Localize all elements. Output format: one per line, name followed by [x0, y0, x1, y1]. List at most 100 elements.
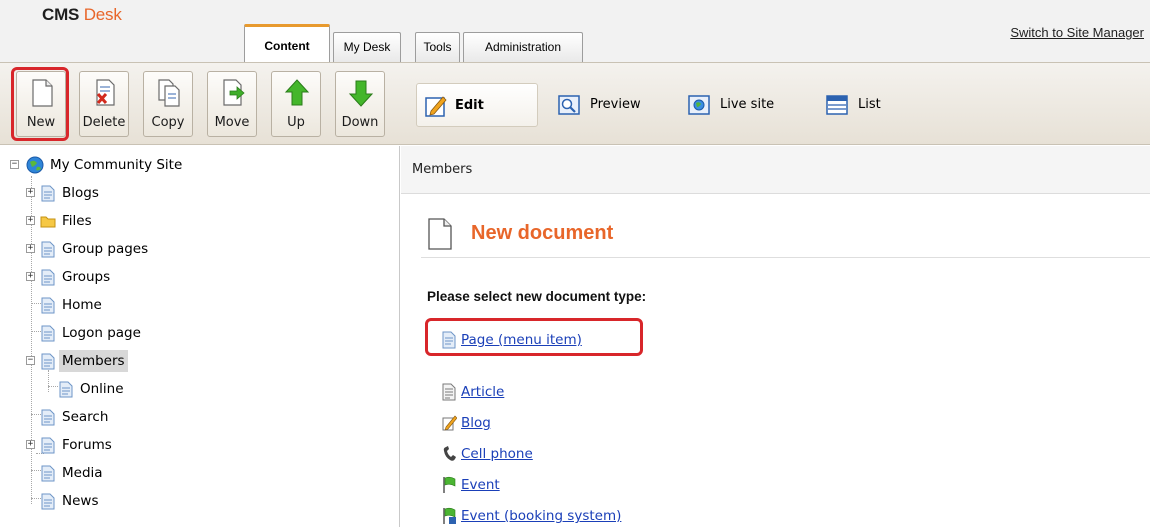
tree-item-label: Groups	[62, 269, 111, 285]
new-document-icon	[32, 79, 53, 107]
edit-mode-button[interactable]: Edit	[416, 83, 538, 127]
list-mode-label: List	[858, 97, 881, 112]
page-title: New document	[471, 222, 614, 244]
title-divider	[421, 257, 1150, 258]
tree-item-blogs[interactable]: + Blogs	[26, 182, 326, 204]
delete-button[interactable]: Delete	[79, 71, 129, 137]
preview-mode-button[interactable]: Preview	[554, 83, 674, 127]
content-tree-pane: − My Community Site + Blogs + Files + Gr…	[0, 146, 400, 527]
collapse-toggle[interactable]: −	[10, 160, 19, 169]
tab-my-desk[interactable]: My Desk	[333, 32, 401, 62]
logo-desk-text: Desk	[83, 5, 122, 24]
breadcrumb: Members	[412, 162, 473, 177]
page-icon	[41, 437, 55, 454]
document-actions-toolbar: New Delete Copy Move Up Down	[10, 67, 400, 143]
copy-button[interactable]: Copy	[143, 71, 193, 137]
tab-administration[interactable]: Administration	[463, 32, 583, 62]
tree-connector	[48, 370, 49, 392]
live-site-mode-label: Live site	[720, 97, 775, 112]
new-button[interactable]: New	[16, 71, 66, 137]
page-icon	[41, 325, 55, 342]
page-icon	[41, 353, 55, 370]
page-title-row: New document	[427, 216, 1147, 256]
move-button[interactable]: Move	[207, 71, 257, 137]
tree-item-label: Files	[62, 213, 92, 229]
doctype-link[interactable]: Cell phone	[461, 443, 533, 465]
switch-to-site-manager-link[interactable]: Switch to Site Manager	[1010, 25, 1144, 40]
tree-item-media[interactable]: Media	[26, 462, 326, 484]
tree-item-members[interactable]: − Members	[26, 350, 326, 372]
page-icon	[442, 331, 456, 349]
up-button[interactable]: Up	[271, 71, 321, 137]
page-icon	[41, 269, 55, 286]
expand-toggle[interactable]: +	[26, 244, 35, 253]
cell-phone-icon	[443, 446, 456, 461]
blog-icon	[442, 415, 457, 431]
list-icon	[826, 95, 848, 115]
page-icon	[59, 381, 73, 398]
tree-item-label: Members	[59, 350, 128, 372]
doctype-link[interactable]: Event	[461, 474, 500, 496]
edit-mode-label: Edit	[455, 98, 484, 113]
tab-content[interactable]: Content	[244, 24, 330, 63]
tree-item-news[interactable]: News	[26, 490, 326, 512]
delete-document-icon	[96, 79, 115, 106]
expand-toggle[interactable]: +	[26, 440, 35, 449]
event-flag-icon	[443, 476, 456, 493]
move-button-label: Move	[214, 115, 250, 130]
doctype-link[interactable]: Blog	[461, 412, 491, 434]
down-button-label: Down	[341, 115, 379, 130]
down-button[interactable]: Down	[335, 71, 385, 137]
page-icon	[41, 241, 55, 258]
document-type-prompt: Please select new document type:	[427, 289, 647, 304]
tree-root-label: My Community Site	[50, 157, 183, 173]
tree-item-files[interactable]: + Files	[26, 210, 326, 232]
tree-item-search[interactable]: Search	[26, 406, 326, 428]
tree-item-group-pages[interactable]: + Group pages	[26, 238, 326, 260]
tree-item-logon-page[interactable]: Logon page	[26, 322, 326, 344]
expand-toggle[interactable]: +	[26, 216, 35, 225]
tree-item-label: Blogs	[62, 185, 99, 201]
doctype-link[interactable]: Article	[461, 381, 504, 403]
globe-icon	[26, 156, 44, 174]
doctype-link[interactable]: Event (booking system)	[461, 505, 621, 527]
page-icon	[41, 409, 55, 426]
view-mode-switcher: Edit Preview Live site List	[416, 83, 1116, 127]
tree-item-groups[interactable]: + Groups	[26, 266, 326, 288]
up-button-label: Up	[287, 115, 305, 130]
tree-item-home[interactable]: Home	[26, 294, 326, 316]
expand-toggle[interactable]: +	[26, 188, 35, 197]
delete-button-label: Delete	[82, 115, 126, 130]
tree-item-forums[interactable]: + Forums	[26, 434, 326, 456]
up-arrow-icon	[284, 79, 310, 106]
expand-toggle[interactable]: +	[26, 272, 35, 281]
move-document-icon	[223, 79, 245, 106]
logo-cms-text: CMS	[42, 5, 80, 24]
tree-item-label: Search	[62, 409, 109, 425]
content-pane: Members New document Please select new d…	[401, 146, 1150, 527]
tab-tools[interactable]: Tools	[415, 32, 460, 62]
collapse-toggle[interactable]: −	[26, 356, 35, 365]
toolbar-band: New Delete Copy Move Up Down Edit Previe…	[0, 62, 1150, 145]
copy-button-label: Copy	[151, 115, 185, 130]
breadcrumb-bar: Members	[401, 146, 1150, 194]
new-button-label: New	[26, 115, 56, 130]
doctype-link[interactable]: Page (menu item)	[461, 329, 582, 351]
tree-item-label: Media	[62, 465, 103, 481]
copy-document-icon	[158, 79, 180, 107]
tree-root-node[interactable]: − My Community Site	[10, 154, 310, 176]
page-icon	[41, 185, 55, 202]
live-site-mode-button[interactable]: Live site	[684, 83, 804, 127]
page-icon	[41, 465, 55, 482]
edit-pencil-icon	[425, 96, 447, 117]
tree-item-label: News	[62, 493, 99, 509]
tree-item-online[interactable]: Online	[57, 378, 327, 400]
down-arrow-icon	[348, 80, 374, 107]
list-mode-button[interactable]: List	[822, 83, 902, 127]
event-booking-icon	[443, 507, 456, 524]
tree-item-label: Forums	[62, 437, 112, 453]
preview-magnifier-icon	[558, 95, 580, 115]
page-icon	[41, 493, 55, 510]
app-header: CMS Desk Content My Desk Tools Administr…	[0, 0, 1150, 63]
tree-item-label: Online	[80, 381, 124, 397]
